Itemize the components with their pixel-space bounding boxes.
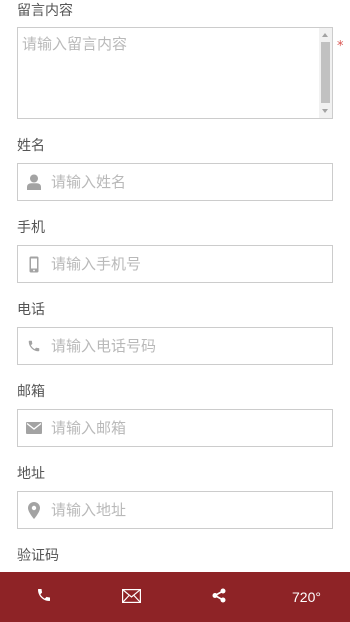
textarea-scrollbar[interactable] bbox=[319, 28, 332, 118]
envelope-icon bbox=[18, 410, 50, 446]
user-icon bbox=[18, 164, 50, 200]
mobile-input-box[interactable] bbox=[17, 245, 333, 283]
phone-icon bbox=[18, 328, 50, 364]
panorama-720-button[interactable]: 720° bbox=[263, 572, 350, 622]
phone-icon bbox=[36, 587, 52, 607]
address-input-box[interactable] bbox=[17, 491, 333, 529]
phone-label: 电话 bbox=[17, 302, 45, 318]
name-input-box[interactable] bbox=[17, 163, 333, 201]
scroll-down-arrow-icon[interactable] bbox=[322, 109, 328, 113]
email-input-box[interactable] bbox=[17, 409, 333, 447]
message-textarea[interactable] bbox=[18, 28, 319, 118]
name-input[interactable] bbox=[51, 164, 321, 200]
required-mark: * bbox=[337, 39, 344, 54]
share-icon bbox=[212, 588, 226, 607]
phone-input[interactable] bbox=[51, 328, 321, 364]
email-label: 邮箱 bbox=[17, 384, 45, 400]
email-button[interactable] bbox=[87, 572, 175, 622]
envelope-icon bbox=[121, 588, 141, 607]
scroll-up-arrow-icon[interactable] bbox=[322, 33, 328, 37]
mobile-icon bbox=[18, 246, 50, 282]
share-button[interactable] bbox=[175, 572, 263, 622]
phone-input-box[interactable] bbox=[17, 327, 333, 365]
scroll-thumb[interactable] bbox=[321, 42, 330, 103]
panorama-720-label: 720° bbox=[292, 589, 321, 605]
message-textarea-box[interactable] bbox=[17, 27, 333, 119]
mobile-label: 手机 bbox=[17, 220, 45, 236]
address-input[interactable] bbox=[51, 492, 321, 528]
bottom-action-bar: 720° bbox=[0, 572, 350, 622]
captcha-label: 验证码 bbox=[17, 548, 59, 564]
call-button[interactable] bbox=[0, 572, 87, 622]
message-label: 留言内容 bbox=[17, 3, 73, 19]
map-marker-icon bbox=[18, 492, 50, 528]
name-label: 姓名 bbox=[17, 138, 45, 154]
address-label: 地址 bbox=[17, 466, 45, 482]
mobile-input[interactable] bbox=[51, 246, 321, 282]
email-input[interactable] bbox=[51, 410, 321, 446]
